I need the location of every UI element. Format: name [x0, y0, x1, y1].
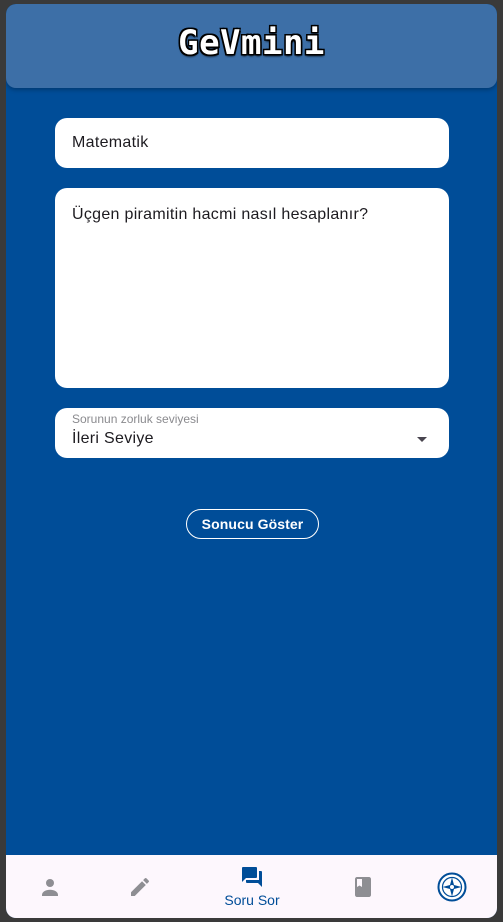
pencil-icon — [128, 875, 152, 899]
nav-label-ask-question: Soru Sor — [224, 892, 280, 908]
difficulty-label: Sorunun zorluk seviyesi — [72, 412, 199, 426]
book-icon — [351, 875, 375, 899]
app-title: GeVmini — [178, 23, 325, 63]
app-window: GeVmini Matematik Üçgen piramitin hacmi … — [6, 4, 497, 918]
nav-item-library[interactable] — [328, 855, 398, 918]
person-icon — [38, 875, 62, 899]
difficulty-dropdown[interactable]: Sorunun zorluk seviyesi İleri Seviye — [55, 408, 449, 458]
nav-item-profile[interactable] — [15, 855, 85, 918]
nav-item-gemini[interactable] — [417, 855, 487, 918]
chat-bubbles-icon — [240, 865, 264, 889]
bottom-navigation: Soru Sor — [6, 855, 497, 918]
question-value: Üçgen piramitin hacmi nasıl hesaplanır? — [72, 206, 369, 223]
dropdown-arrow-icon — [417, 437, 427, 442]
question-textarea[interactable]: Üçgen piramitin hacmi nasıl hesaplanır? — [55, 188, 449, 388]
nav-item-ask-question[interactable]: Soru Sor — [217, 855, 287, 918]
show-result-label: Sonucu Göster — [201, 516, 304, 532]
subject-field[interactable]: Matematik — [55, 118, 449, 168]
gemini-logo-icon — [437, 872, 467, 902]
subject-value: Matematik — [72, 134, 149, 151]
app-bar: GeVmini — [6, 4, 497, 88]
difficulty-selected-value: İleri Seviye — [72, 430, 154, 447]
show-result-button[interactable]: Sonucu Göster — [186, 509, 319, 539]
nav-item-write[interactable] — [105, 855, 175, 918]
